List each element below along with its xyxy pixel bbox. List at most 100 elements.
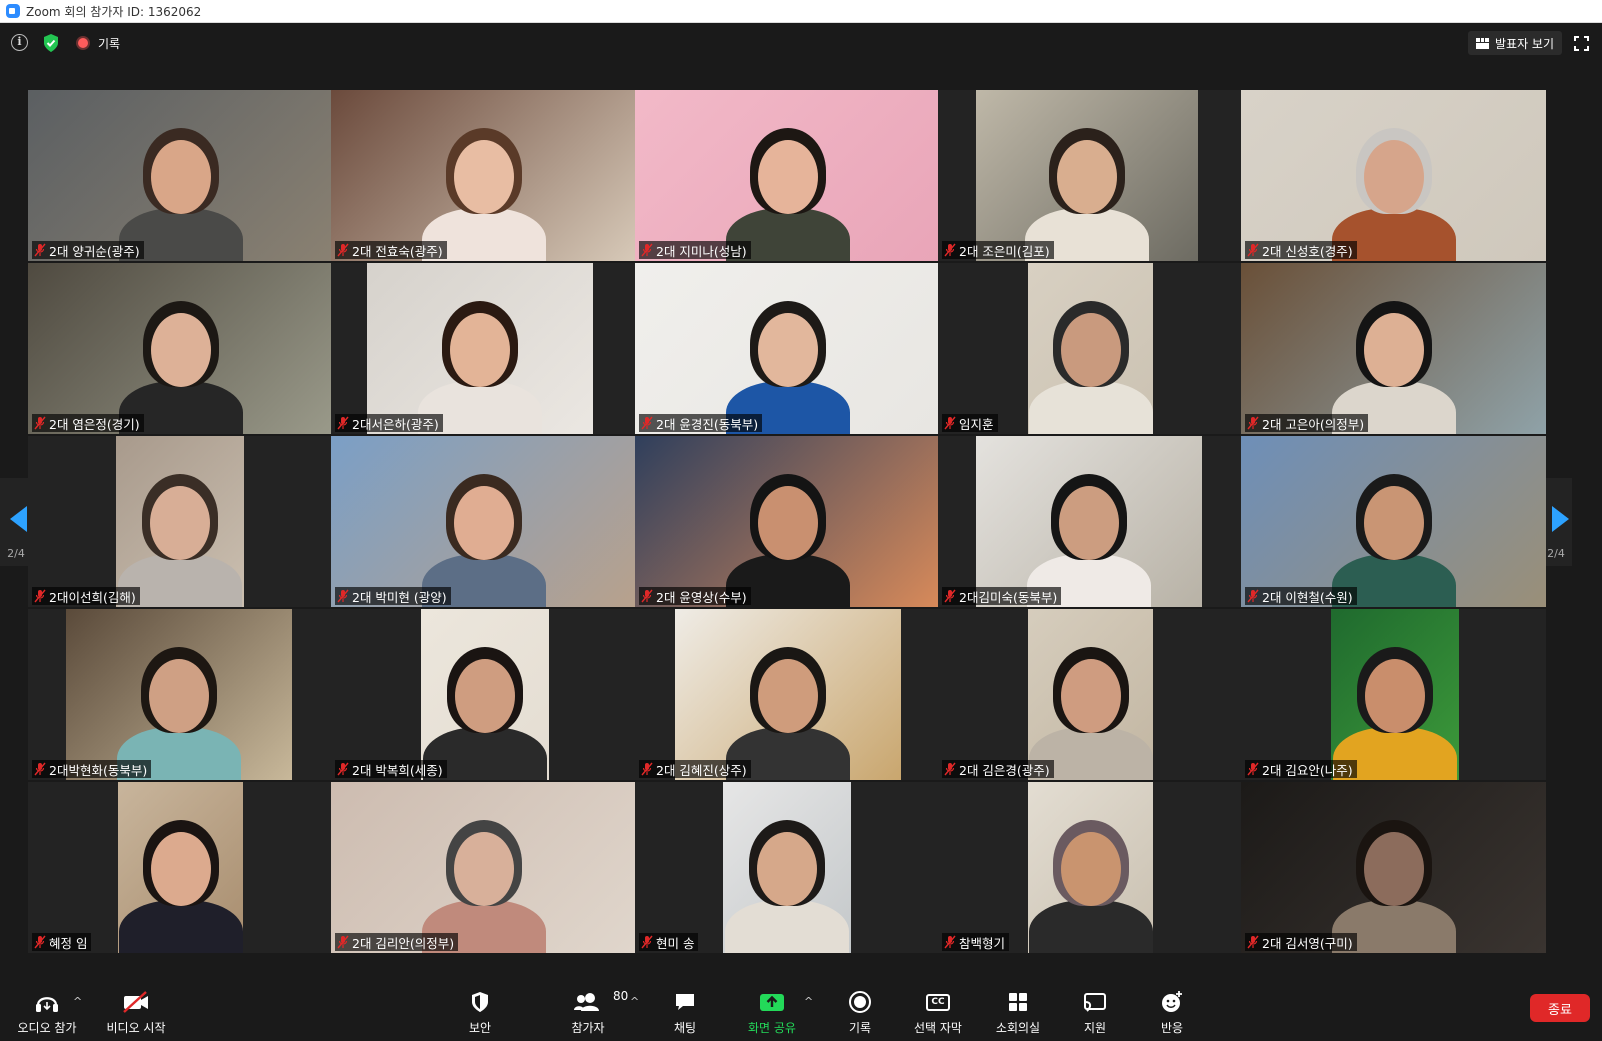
muted-microphone-icon xyxy=(337,416,349,430)
muted-microphone-icon xyxy=(944,762,956,776)
participant-tile[interactable]: 혜정 임 xyxy=(28,782,333,953)
muted-microphone-icon xyxy=(641,762,653,776)
participant-name: 2대 염은정(경기) xyxy=(49,416,140,432)
muted-microphone-icon xyxy=(1247,589,1259,603)
muted-microphone-icon xyxy=(1247,762,1259,776)
meeting-info-icon[interactable]: i xyxy=(11,34,28,51)
participant-tile[interactable]: 2대서은하(광주) xyxy=(331,263,636,434)
participant-tile[interactable]: 2대 윤경진(동북부) xyxy=(635,263,940,434)
participant-name-tag: 2대 신성호(경주) xyxy=(1245,241,1357,259)
participant-figure xyxy=(149,659,209,733)
remote-support-icon xyxy=(1084,993,1106,1012)
participant-tile[interactable]: 현미 송 xyxy=(635,782,940,953)
security-button[interactable]: 보안 xyxy=(460,983,500,1041)
participant-name-tag: 2대 이현철(수원) xyxy=(1245,587,1357,605)
participant-tile[interactable]: 참백형기 xyxy=(938,782,1243,953)
participant-figure xyxy=(1363,486,1424,560)
participant-tile[interactable]: 임지훈 xyxy=(938,263,1243,434)
breakout-rooms-button[interactable]: 소회의실 xyxy=(990,983,1046,1041)
muted-microphone-icon xyxy=(944,416,956,430)
participants-options-chevron-icon[interactable]: ^ xyxy=(630,995,639,1008)
chat-button[interactable]: 채팅 xyxy=(667,983,703,1041)
audio-options-chevron-icon[interactable]: ^ xyxy=(73,995,82,1008)
arrow-right-icon xyxy=(1552,506,1569,532)
participant-figure xyxy=(1028,381,1153,434)
participant-name: 2대 전효숙(광주) xyxy=(352,243,443,259)
participant-tile[interactable]: 2대 박복희(세종) xyxy=(331,609,636,780)
participant-tile[interactable]: 2대 신성호(경주) xyxy=(1241,90,1546,261)
participant-tile[interactable]: 2대 지미나(성남) xyxy=(635,90,940,261)
participant-tile[interactable]: 2대이선희(김해) xyxy=(28,436,333,607)
participant-tile[interactable]: 2대박현화(동북부) xyxy=(28,609,333,780)
muted-microphone-icon xyxy=(337,935,349,949)
support-label: 지원 xyxy=(1083,1021,1107,1035)
breakout-rooms-icon xyxy=(1009,993,1027,1011)
muted-microphone-icon xyxy=(34,935,46,949)
participant-tile[interactable]: 2대 양귀순(광주) xyxy=(28,90,333,261)
participant-figure xyxy=(118,900,243,953)
participant-figure xyxy=(757,832,817,906)
join-audio-button[interactable]: 오디오 참가 xyxy=(12,983,82,1041)
reactions-smiley-icon xyxy=(1162,991,1182,1012)
end-meeting-button[interactable]: 종료 xyxy=(1530,994,1590,1022)
encryption-shield-icon[interactable] xyxy=(42,33,60,53)
meeting-topbar: i 기록 발표자 보기 xyxy=(0,23,1602,63)
arrow-left-icon xyxy=(10,506,27,532)
closed-captions-button[interactable]: CC 선택 자막 xyxy=(908,983,968,1041)
participant-figure xyxy=(150,140,211,214)
participant-tile[interactable]: 2대 김혜진(상주) xyxy=(635,609,940,780)
muted-microphone-icon xyxy=(337,589,349,603)
muted-microphone-icon xyxy=(34,243,46,257)
participant-figure xyxy=(453,832,514,906)
participant-name: 2대 양귀순(광주) xyxy=(49,243,140,259)
security-shield-icon xyxy=(472,992,488,1012)
participant-tile[interactable]: 2대 김리안(의정부) xyxy=(331,782,636,953)
participant-tile[interactable]: 2대김미숙(동북부) xyxy=(938,436,1243,607)
participants-button[interactable]: 80 참가자 xyxy=(558,983,628,1041)
record-button[interactable]: 기록 xyxy=(840,983,880,1041)
support-button[interactable]: 지원 xyxy=(1075,983,1115,1041)
participant-name: 2대서은하(광주) xyxy=(352,416,439,432)
participant-name: 2대박현화(동북부) xyxy=(49,762,148,778)
participant-figure xyxy=(1060,659,1121,733)
share-screen-button[interactable]: 화면 공유 xyxy=(740,983,804,1041)
participant-tile[interactable]: 2대 박미현 (광양) xyxy=(331,436,636,607)
zoom-logo-icon xyxy=(6,4,20,18)
participant-tile[interactable]: 2대 염은정(경기) xyxy=(28,263,333,434)
participant-name-tag: 2대 조은미(김포) xyxy=(942,241,1054,259)
record-label: 기록 xyxy=(848,1021,872,1035)
participant-tile[interactable]: 2대 김서영(구미) xyxy=(1241,782,1546,953)
participant-figure xyxy=(1059,486,1119,560)
participant-name: 2대 조은미(김포) xyxy=(959,243,1050,259)
participant-name-tag: 2대김미숙(동북부) xyxy=(942,587,1062,605)
muted-microphone-icon xyxy=(641,935,653,949)
participant-tile[interactable]: 2대 전효숙(광주) xyxy=(331,90,636,261)
recording-indicator-icon xyxy=(78,38,88,48)
participant-tile[interactable]: 2대 이현철(수원) xyxy=(1241,436,1546,607)
participant-figure xyxy=(150,313,211,387)
closed-captions-icon: CC xyxy=(926,993,950,1011)
participant-name-tag: 2대이선희(김해) xyxy=(32,587,140,605)
participant-tile[interactable]: 2대 조은미(김포) xyxy=(938,90,1243,261)
participant-figure xyxy=(1365,659,1425,733)
participant-figure xyxy=(757,313,818,387)
participant-tile[interactable]: 2대 김은경(광주) xyxy=(938,609,1243,780)
share-options-chevron-icon[interactable]: ^ xyxy=(804,995,813,1008)
participant-figure xyxy=(1363,140,1424,214)
reactions-button[interactable]: 반응 xyxy=(1152,983,1192,1041)
share-screen-label: 화면 공유 xyxy=(748,1021,796,1035)
participant-tile[interactable]: 2대 고은아(의정부) xyxy=(1241,263,1546,434)
fullscreen-icon[interactable] xyxy=(1574,36,1589,51)
participant-name: 임지훈 xyxy=(959,416,994,432)
participant-name: 2대 윤영상(수부) xyxy=(656,589,747,605)
participant-tile[interactable]: 2대 윤영상(수부) xyxy=(635,436,940,607)
participant-figure xyxy=(450,313,510,387)
participant-tile[interactable]: 2대 김요안(나주) xyxy=(1241,609,1546,780)
participant-name: 현미 송 xyxy=(656,935,695,951)
speaker-view-button[interactable]: 발표자 보기 xyxy=(1468,31,1563,55)
muted-microphone-icon xyxy=(34,762,46,776)
participant-name-tag: 임지훈 xyxy=(942,414,998,432)
participant-name-tag: 2대 고은아(의정부) xyxy=(1245,414,1369,432)
start-video-button[interactable]: 비디오 시작 xyxy=(103,983,169,1041)
record-icon xyxy=(849,991,871,1013)
